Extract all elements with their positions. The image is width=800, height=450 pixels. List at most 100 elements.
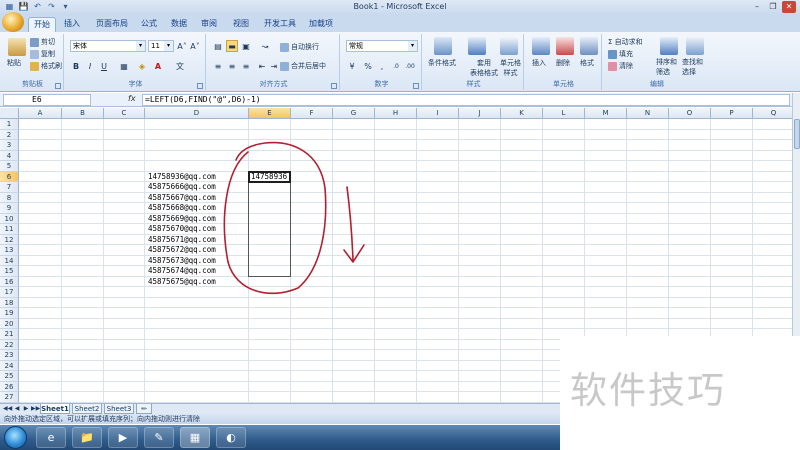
wrap-text-button[interactable]: 自动换行 <box>280 42 319 52</box>
ie-icon[interactable]: e <box>36 427 66 448</box>
sheet-tab-3[interactable]: Sheet3 <box>104 404 134 414</box>
increase-decimal-button[interactable]: .0 <box>390 60 402 72</box>
select-all-corner[interactable] <box>0 108 19 119</box>
row-header-24[interactable]: 24 <box>0 360 19 371</box>
tab-review[interactable]: 审阅 <box>198 17 220 32</box>
column-header-q[interactable]: Q <box>753 108 792 119</box>
minimize-icon[interactable]: – <box>750 1 764 13</box>
decrease-decimal-button[interactable]: .00 <box>404 60 416 72</box>
column-header-f[interactable]: F <box>291 108 333 119</box>
email-cell[interactable]: 45875671@qq.com <box>148 235 216 245</box>
row-header-4[interactable]: 4 <box>0 150 19 161</box>
tab-addins[interactable]: 加载项 <box>306 17 336 32</box>
format-cells-button[interactable]: 格式 <box>580 58 594 68</box>
paste-button[interactable]: 粘贴 <box>7 58 21 68</box>
row-header-19[interactable]: 19 <box>0 308 19 319</box>
borders-icon[interactable]: ▦ <box>118 60 130 72</box>
row-header-23[interactable]: 23 <box>0 350 19 361</box>
column-header-a[interactable]: A <box>19 108 62 119</box>
decrease-indent-icon[interactable]: ⇤ <box>256 60 268 72</box>
font-size-select[interactable]: 11 ▾ <box>148 40 174 52</box>
conditional-format-button[interactable]: 条件格式 <box>428 58 456 68</box>
prev-sheet-icon[interactable]: ◀ <box>13 405 21 413</box>
cut-button[interactable]: 剪切 <box>30 37 55 47</box>
tab-insert[interactable]: 插入 <box>60 17 84 32</box>
column-header-g[interactable]: G <box>333 108 375 119</box>
dialog-launcher-icon[interactable] <box>331 83 337 89</box>
row-header-18[interactable]: 18 <box>0 297 19 308</box>
column-header-e[interactable]: E <box>249 108 291 119</box>
tab-view[interactable]: 视图 <box>230 17 252 32</box>
autosum-button[interactable]: Σ 自动求和 <box>608 37 643 47</box>
email-cell[interactable]: 45875666@qq.com <box>148 182 216 192</box>
fill-color-icon[interactable]: ◈ <box>136 60 148 72</box>
email-cell[interactable]: 45875674@qq.com <box>148 266 216 276</box>
column-header-m[interactable]: M <box>585 108 627 119</box>
row-header-26[interactable]: 26 <box>0 381 19 392</box>
sheet-tab-1[interactable]: Sheet1 <box>40 404 70 414</box>
column-header-j[interactable]: J <box>459 108 501 119</box>
last-sheet-icon[interactable]: ▶▶ <box>31 405 40 413</box>
align-top-icon[interactable]: ▤ <box>212 40 224 52</box>
paint-icon[interactable]: ◐ <box>216 427 246 448</box>
orientation-icon[interactable]: ↝ <box>256 40 274 52</box>
tab-page-layout[interactable]: 页面布局 <box>92 17 132 32</box>
copy-button[interactable]: 复制 <box>30 49 55 59</box>
row-header-27[interactable]: 27 <box>0 392 19 403</box>
email-cell[interactable]: 45875668@qq.com <box>148 203 216 213</box>
row-header-21[interactable]: 21 <box>0 329 19 340</box>
row-header-5[interactable]: 5 <box>0 161 19 172</box>
tab-formulas[interactable]: 公式 <box>138 17 160 32</box>
next-sheet-icon[interactable]: ▶ <box>22 405 30 413</box>
folder-icon[interactable]: 📁 <box>72 427 102 448</box>
format-painter-button[interactable]: 格式刷 <box>30 61 62 71</box>
row-header-12[interactable]: 12 <box>0 234 19 245</box>
row-header-15[interactable]: 15 <box>0 266 19 277</box>
row-header-22[interactable]: 22 <box>0 339 19 350</box>
column-header-l[interactable]: L <box>543 108 585 119</box>
find-select-button[interactable]: 查找和 选择 <box>682 57 703 77</box>
cell-styles-button[interactable]: 单元格 样式 <box>500 58 521 78</box>
align-bottom-icon[interactable]: ▣ <box>240 40 252 52</box>
email-cell[interactable]: 45875669@qq.com <box>148 214 216 224</box>
fill-button[interactable]: 填充 <box>608 49 633 59</box>
column-header-p[interactable]: P <box>711 108 753 119</box>
row-header-20[interactable]: 20 <box>0 318 19 329</box>
format-table-button[interactable]: 套用 表格格式 <box>470 58 498 78</box>
column-header-b[interactable]: B <box>62 108 104 119</box>
email-cell[interactable]: 45875670@qq.com <box>148 224 216 234</box>
start-button[interactable] <box>4 426 27 449</box>
align-center-icon[interactable]: ≡ <box>226 60 238 72</box>
row-header-2[interactable]: 2 <box>0 129 19 140</box>
first-sheet-icon[interactable]: ◀◀ <box>3 405 12 413</box>
office-button[interactable] <box>2 12 24 32</box>
email-cell[interactable]: 45875675@qq.com <box>148 277 216 287</box>
dialog-launcher-icon[interactable] <box>55 83 61 89</box>
font-color-button[interactable]: A <box>152 60 164 72</box>
media-player-icon[interactable]: ▶ <box>108 427 138 448</box>
column-header-c[interactable]: C <box>104 108 145 119</box>
column-header-k[interactable]: K <box>501 108 543 119</box>
restore-icon[interactable]: ❐ <box>766 1 780 13</box>
fx-icon[interactable]: fx <box>128 94 136 103</box>
comma-button[interactable]: , <box>376 60 388 72</box>
document-icon[interactable]: ✎ <box>144 427 174 448</box>
email-cell[interactable]: 45875667@qq.com <box>148 193 216 203</box>
row-header-13[interactable]: 13 <box>0 245 19 256</box>
row-header-1[interactable]: 1 <box>0 119 19 130</box>
row-header-7[interactable]: 7 <box>0 182 19 193</box>
sheet-tab-2[interactable]: Sheet2 <box>72 404 102 414</box>
email-cell[interactable]: 45875673@qq.com <box>148 256 216 266</box>
bold-button[interactable]: B <box>70 60 82 72</box>
column-header-h[interactable]: H <box>375 108 417 119</box>
percent-button[interactable]: % <box>362 60 374 72</box>
row-header-9[interactable]: 9 <box>0 203 19 214</box>
merge-center-button[interactable]: 合并后居中 <box>280 61 326 71</box>
row-header-8[interactable]: 8 <box>0 192 19 203</box>
sort-filter-button[interactable]: 排序和 筛选 <box>656 57 677 77</box>
row-header-17[interactable]: 17 <box>0 287 19 298</box>
row-header-25[interactable]: 25 <box>0 371 19 382</box>
close-icon[interactable]: ✕ <box>782 1 796 13</box>
dialog-launcher-icon[interactable] <box>197 83 203 89</box>
tab-home[interactable]: 开始 <box>28 17 56 32</box>
